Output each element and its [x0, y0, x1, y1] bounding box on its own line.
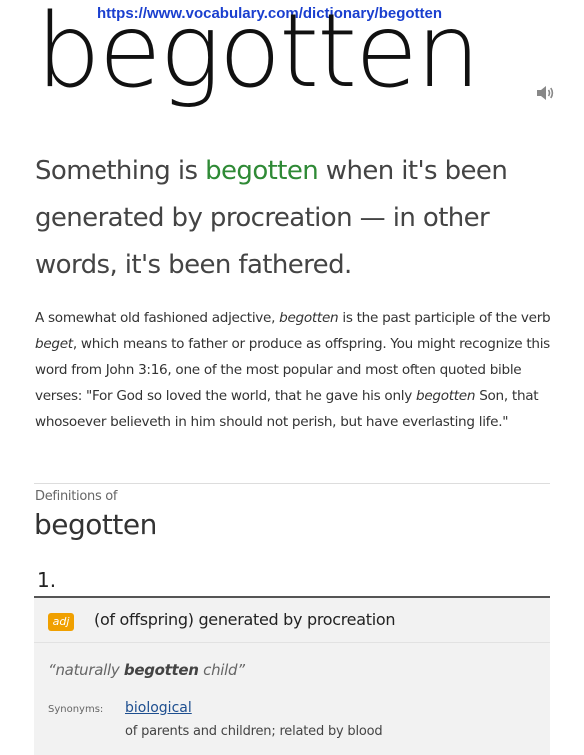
- long-description-text: is the past participle of the verb: [338, 310, 551, 326]
- italic-term: begotten: [416, 388, 476, 404]
- example-sentence: “naturally begotten child”: [48, 661, 245, 679]
- sense-number: 1.: [37, 568, 57, 592]
- definitions-word: begotten: [34, 508, 157, 541]
- example-text: “naturally: [48, 661, 124, 679]
- part-of-speech-badge: adj: [48, 613, 74, 631]
- italic-term: beget: [35, 336, 73, 352]
- headword-title: begotten: [36, 0, 481, 111]
- synonyms-label: Synonyms:: [48, 704, 104, 715]
- definitions-heading: Definitions of: [35, 489, 118, 504]
- example-bold-word: begotten: [123, 661, 199, 679]
- synonym-gloss: of parents and children; related by bloo…: [125, 724, 383, 739]
- italic-term: begotten: [279, 310, 339, 326]
- short-description-text: Something is: [35, 156, 206, 186]
- section-divider: [34, 483, 550, 484]
- definition-text: (of offspring) generated by procreation: [94, 610, 396, 629]
- highlighted-word: begotten: [205, 156, 319, 186]
- example-text: child”: [198, 661, 245, 679]
- speaker-icon[interactable]: [536, 84, 556, 102]
- synonym-link[interactable]: biological: [125, 700, 192, 716]
- short-description: Something is begotten when it's been gen…: [35, 148, 555, 289]
- long-description-text: A somewhat old fashioned adjective,: [35, 310, 280, 326]
- long-description: A somewhat old fashioned adjective, bego…: [35, 305, 555, 435]
- sense-divider: [34, 642, 550, 643]
